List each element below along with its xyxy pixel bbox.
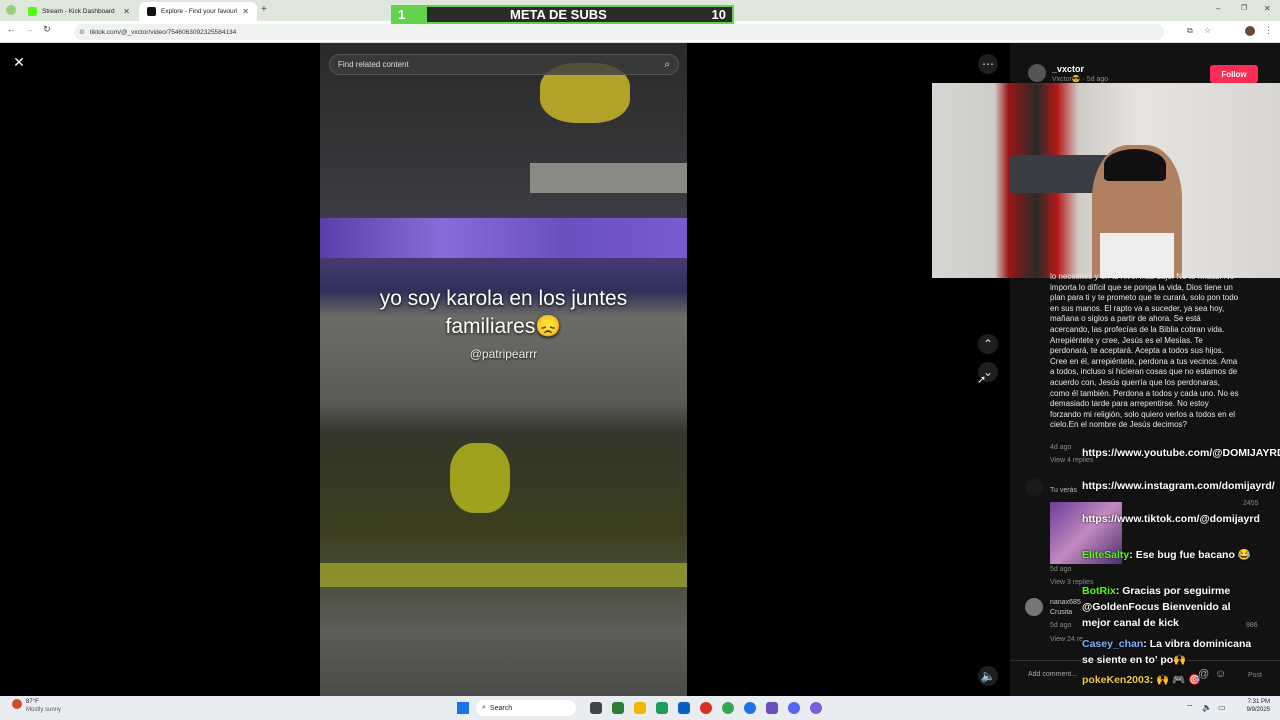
- chat-message: https://www.tiktok.com/@domijayrd: [1082, 513, 1260, 525]
- cast-icon[interactable]: ⧉: [1187, 26, 1193, 36]
- video-handle: @patripearrr: [469, 347, 538, 361]
- chat-message: Casey_chan: La vibra dominicana se sient…: [1082, 638, 1252, 666]
- video-player[interactable]: [320, 43, 687, 696]
- avatar[interactable]: [1025, 598, 1043, 616]
- view-replies-link[interactable]: View 24 re: [1050, 636, 1083, 643]
- bookmark-star-icon[interactable]: ☆: [1204, 26, 1211, 35]
- video-frame-object: [530, 163, 687, 193]
- chat-message: https://www.instagram.com/domijayrd/: [1082, 480, 1275, 492]
- close-tab-icon[interactable]: ✕: [123, 7, 130, 16]
- chat-message: EliteSalty: Ese bug fue bacano 😂: [1082, 549, 1251, 561]
- app-icon[interactable]: [810, 702, 822, 714]
- post-meta: Vxctor😎 · 5d ago: [1052, 76, 1109, 83]
- comment-meta: 5d ago: [1050, 566, 1072, 573]
- find-related-search[interactable]: Find related content ⌕: [329, 54, 679, 75]
- task-view-icon[interactable]: [590, 702, 602, 714]
- like-count: 2455: [1243, 500, 1259, 507]
- mouse-cursor-icon: ➚: [977, 374, 987, 386]
- close-window-icon[interactable]: ✕: [1264, 4, 1271, 13]
- chat-message: https://www.youtube.com/@DOMIJAYRD: [1082, 447, 1280, 459]
- search-icon[interactable]: ⌕: [664, 59, 670, 70]
- app-icon[interactable]: [612, 702, 624, 714]
- sub-goal-current: 1: [398, 7, 406, 22]
- chat-username: BotRix: [1082, 585, 1116, 597]
- avatar[interactable]: [1028, 64, 1046, 82]
- minimize-icon[interactable]: –: [1216, 4, 1220, 13]
- battery-icon[interactable]: ▭: [1218, 703, 1226, 712]
- wifi-icon[interactable]: ⌔: [1186, 703, 1194, 713]
- webcam-overlay: [932, 83, 1280, 278]
- back-icon[interactable]: ←: [4, 24, 18, 34]
- app-icon[interactable]: [656, 702, 668, 714]
- video-frame-object: [320, 218, 687, 258]
- chat-username: pokeKen2003: [1082, 674, 1150, 686]
- tiktok-icon: [147, 7, 156, 16]
- sub-goal-target: 10: [711, 7, 726, 22]
- close-tab-icon[interactable]: ✕: [242, 7, 249, 16]
- clock-date[interactable]: 9/9/2025: [1230, 707, 1270, 713]
- add-comment-input[interactable]: Add comment...: [1028, 671, 1077, 678]
- tab-tiktok-explore[interactable]: Explore - Find your favourit ✕: [139, 2, 257, 21]
- volume-icon[interactable]: 🔈: [1202, 703, 1212, 712]
- kick-icon: [28, 7, 37, 16]
- comment-meta: 4d ago: [1050, 444, 1072, 451]
- comment-user[interactable]: nanax685: [1050, 599, 1081, 606]
- weather-temp[interactable]: 87°F: [26, 699, 39, 705]
- profile-icon[interactable]: [6, 5, 16, 15]
- avatar[interactable]: [1025, 478, 1043, 496]
- reload-icon[interactable]: ↻: [40, 24, 54, 35]
- chat-message: BotRix: Gracias por seguirme @GoldenFocu…: [1082, 585, 1231, 629]
- follow-button[interactable]: Follow: [1210, 65, 1258, 83]
- chat-message: pokeKen2003: 🙌 🎮 🎯: [1082, 674, 1202, 686]
- chrome-icon[interactable]: [700, 702, 712, 714]
- video-frame-object: [450, 443, 510, 513]
- app-icon[interactable]: [678, 702, 690, 714]
- menu-icon[interactable]: ⋮: [1264, 25, 1273, 36]
- chrome-icon[interactable]: [722, 702, 734, 714]
- video-caption: yo soy karola en los juntes familiares😞: [379, 287, 628, 338]
- comment-meta: 5d ago: [1050, 622, 1072, 629]
- weather-desc: Mostly sunny: [26, 707, 62, 713]
- volume-icon[interactable]: 🔈: [978, 666, 998, 686]
- previous-video-icon[interactable]: ⌃: [978, 334, 998, 354]
- streamer-cap: [1104, 149, 1166, 181]
- search-icon: ⌕: [482, 704, 486, 711]
- comment-text: lo necesites y en tu nivel más bajo. No …: [1050, 272, 1239, 430]
- clock-time[interactable]: 7:31 PM: [1230, 699, 1270, 705]
- new-tab-icon[interactable]: +: [261, 4, 267, 15]
- sub-goal-bar: 1 META DE SUBS 10: [391, 5, 734, 24]
- chat-username: Casey_chan: [1082, 638, 1144, 650]
- app-icon[interactable]: [766, 702, 778, 714]
- discord-icon[interactable]: [788, 702, 800, 714]
- file-explorer-icon[interactable]: [634, 702, 646, 714]
- post-author[interactable]: _vxctor: [1052, 64, 1084, 74]
- maximize-icon[interactable]: ❐: [1241, 4, 1247, 12]
- site-info-icon[interactable]: ⚙: [79, 28, 85, 36]
- taskbar-search[interactable]: ⌕ Search: [476, 700, 576, 716]
- comment-text: Tu verás: [1050, 487, 1077, 494]
- weather-icon[interactable]: [12, 699, 22, 709]
- comment-text: Crusita: [1050, 609, 1073, 616]
- windows-start-icon[interactable]: [457, 702, 469, 714]
- sub-goal-title: META DE SUBS: [509, 7, 607, 22]
- close-video-icon[interactable]: ✕: [10, 54, 28, 72]
- avatar[interactable]: [1245, 26, 1255, 36]
- tab-kick-dashboard[interactable]: Stream - Kick Dashboard ✕: [20, 2, 138, 21]
- video-frame-object: [320, 563, 687, 587]
- chrome-icon[interactable]: [744, 702, 756, 714]
- more-options-icon[interactable]: ⋯: [978, 54, 998, 74]
- forward-icon[interactable]: →: [22, 24, 36, 34]
- chat-username: EliteSalty: [1082, 549, 1130, 561]
- url-field[interactable]: ⚙ tiktok.com/@_vxctor/video/754606309232…: [74, 24, 1164, 40]
